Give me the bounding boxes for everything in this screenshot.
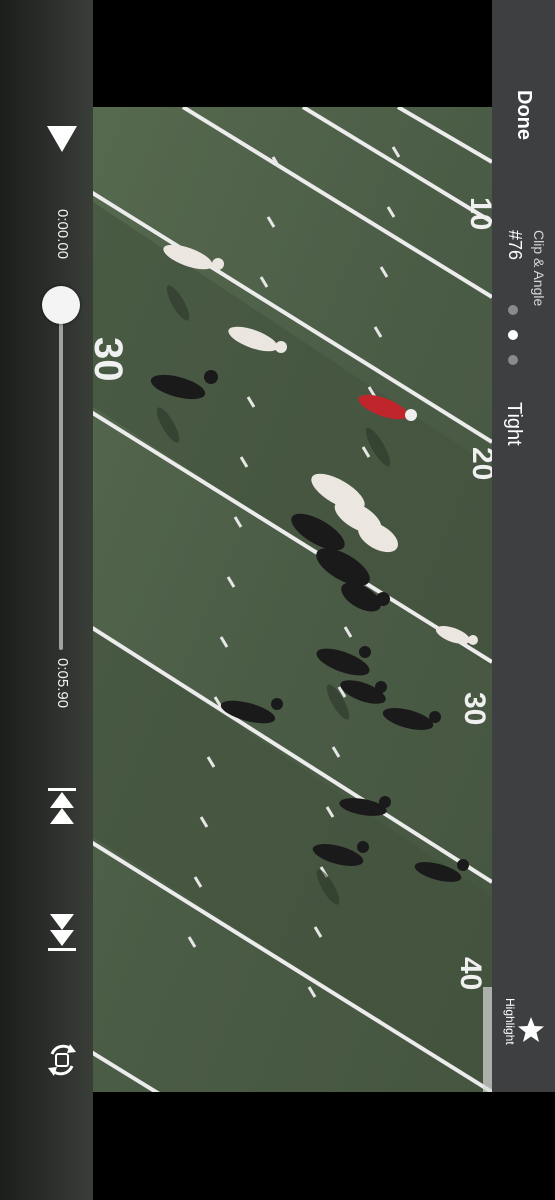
playback-controls-panel	[0, 0, 93, 1200]
yard-number: 10	[464, 197, 492, 230]
previous-clip-icon[interactable]	[46, 786, 78, 830]
yard-number: 30	[458, 692, 491, 725]
end-time-label: 0:05.90	[54, 658, 71, 709]
current-time-label: 0:00.00	[54, 209, 71, 260]
letterbox-bottom	[93, 1092, 555, 1200]
scrubber-track[interactable]	[59, 290, 63, 650]
football-field-frame: 30 20 10 30 40	[93, 107, 492, 1092]
angle-name-label[interactable]: Tight	[502, 402, 525, 446]
star-icon[interactable]	[516, 1015, 546, 1045]
done-button[interactable]: Done	[512, 90, 535, 140]
clip-angle-title: Clip & Angle	[531, 230, 547, 307]
camera-number-label: #76	[505, 230, 525, 261]
clip-header-panel	[492, 0, 555, 1130]
video-player-screen: 30 20 10 30 40 0:00.00 0:05.90 Done Clip…	[0, 0, 555, 1200]
yard-number: 20	[466, 447, 492, 480]
highlight-button-label[interactable]: Highlight	[503, 998, 517, 1045]
scrubber-thumb[interactable]	[42, 286, 80, 324]
yard-number: 30	[93, 337, 130, 382]
angle-page-dot[interactable]	[508, 305, 518, 315]
yard-number: 40	[454, 957, 487, 990]
angle-page-dot-active[interactable]	[508, 330, 518, 340]
letterbox-top	[93, 0, 492, 107]
next-clip-icon[interactable]	[46, 910, 78, 954]
rotate-icon[interactable]	[44, 1040, 80, 1080]
play-icon[interactable]	[45, 124, 79, 154]
game-film-video[interactable]: 30 20 10 30 40	[93, 107, 492, 1092]
angle-page-dot[interactable]	[508, 355, 518, 365]
